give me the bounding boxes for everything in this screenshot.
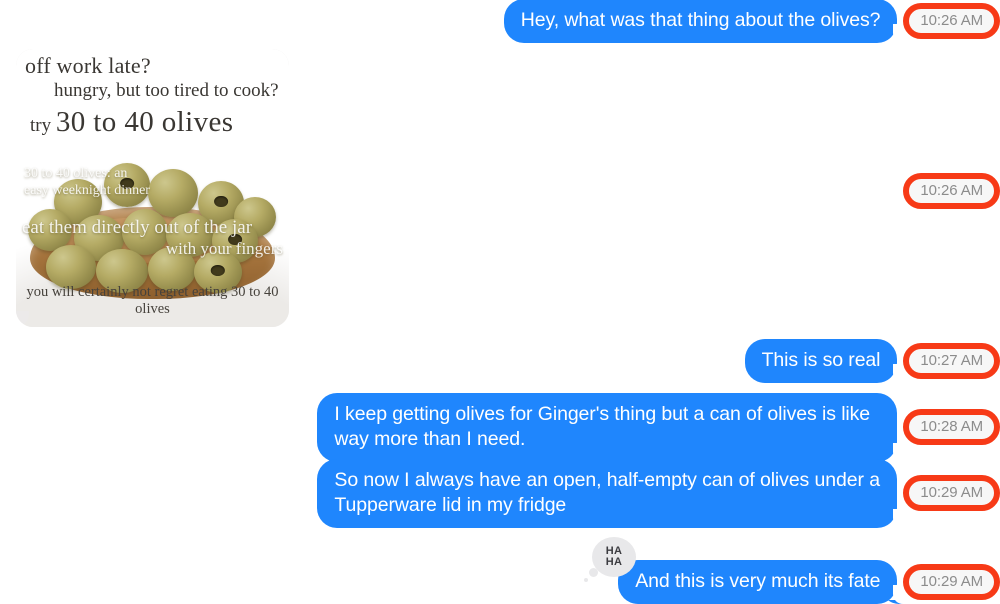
message-row: Hey, what was that thing about the olive… <box>0 0 1000 43</box>
timestamp-badge: 10:29 AM <box>903 564 1000 600</box>
meme-headline-3: try 30 to 40 olives <box>30 106 233 139</box>
timestamp-badge: 10:29 AM <box>903 475 1000 511</box>
image-timestamp-row: 10:26 AM <box>0 172 1000 210</box>
message-row: This is so real 10:27 AM <box>0 339 1000 383</box>
timestamp-badge: 10:27 AM <box>903 343 1000 379</box>
timestamp-badge: 10:26 AM <box>903 173 1000 209</box>
timestamp-badge: 10:28 AM <box>903 409 1000 445</box>
meme-headline-3-prefix: try <box>30 115 52 136</box>
meme-headline-2: hungry, but too tired to cook? <box>54 80 279 101</box>
message-bubble[interactable]: And this is very much its fate <box>618 560 905 604</box>
meme-overlay-2: eat them directly out of the jar <box>22 217 253 238</box>
meme-overlay-3: with your fingers <box>165 239 283 258</box>
message-row: And this is very much its fate 10:29 AM <box>0 560 1000 604</box>
message-text: I keep getting olives for Ginger's thing… <box>334 402 871 450</box>
message-bubble[interactable]: Hey, what was that thing about the olive… <box>503 0 905 43</box>
message-text: Hey, what was that thing about the olive… <box>520 9 881 31</box>
meme-footer: you will certainly not regret eating 30 … <box>26 284 279 317</box>
timestamp-badge: 10:26 AM <box>903 3 1000 39</box>
message-row: So now I always have an open, half-empty… <box>0 458 1000 528</box>
message-text: So now I always have an open, half-empty… <box>334 468 880 516</box>
meme-headline-1: off work late? <box>25 53 151 78</box>
message-bubble[interactable]: This is so real <box>744 339 905 383</box>
message-bubble[interactable]: So now I always have an open, half-empty… <box>317 458 905 528</box>
message-text: This is so real <box>761 349 881 371</box>
message-row: I keep getting olives for Ginger's thing… <box>0 392 1000 462</box>
message-thread: Hey, what was that thing about the olive… <box>0 0 1000 604</box>
reaction-line-2: HA <box>605 556 623 568</box>
message-bubble[interactable]: I keep getting olives for Ginger's thing… <box>317 392 905 462</box>
message-text: And this is very much its fate <box>635 570 881 592</box>
meme-headline-3-main: 30 to 40 olives <box>55 106 234 138</box>
haha-reaction-icon[interactable]: HA HA <box>584 537 636 582</box>
